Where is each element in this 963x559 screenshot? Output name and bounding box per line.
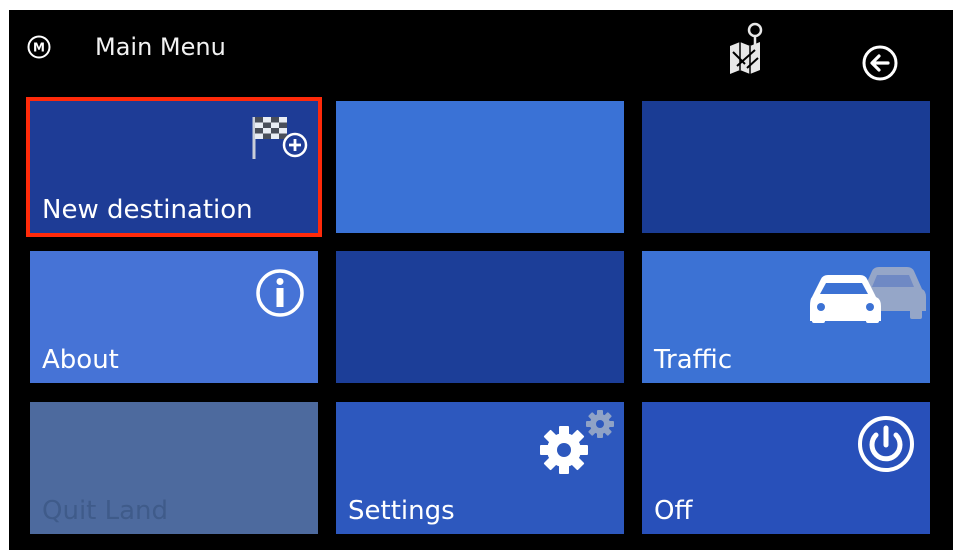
gears-icon [540, 410, 614, 474]
back-arrow-icon[interactable] [861, 44, 899, 82]
power-icon [858, 416, 914, 472]
tile-empty-4[interactable] [336, 251, 624, 383]
m-circle-icon: M [27, 35, 51, 59]
tile-label: Settings [348, 496, 455, 526]
tile-about[interactable]: About [30, 251, 318, 383]
map-pin-icon[interactable] [725, 20, 769, 80]
page-title: Main Menu [95, 33, 226, 61]
tile-settings[interactable]: Settings [336, 402, 624, 534]
menu-badge-letter: M [33, 41, 45, 55]
info-icon [256, 269, 304, 317]
cars-icon [810, 267, 926, 323]
tile-traffic[interactable]: Traffic [642, 251, 930, 383]
tile-empty-1[interactable] [336, 101, 624, 233]
tile-label: Off [654, 496, 693, 526]
tile-off[interactable]: Off [642, 402, 930, 534]
tile-label: Quit Land [42, 496, 169, 526]
tile-label: New destination [42, 195, 253, 225]
tile-empty-2[interactable] [642, 101, 930, 233]
header-bar: M Main Menu [9, 10, 953, 92]
tile-new-destination[interactable]: New destination [26, 97, 322, 237]
tile-quit-land: Quit Land [30, 402, 318, 534]
tile-label: About [42, 345, 119, 375]
navigation-screen: M Main Menu New destination About Traffi… [9, 10, 953, 550]
checkered-flag-plus-icon [252, 117, 308, 159]
tile-label: Traffic [654, 345, 733, 375]
